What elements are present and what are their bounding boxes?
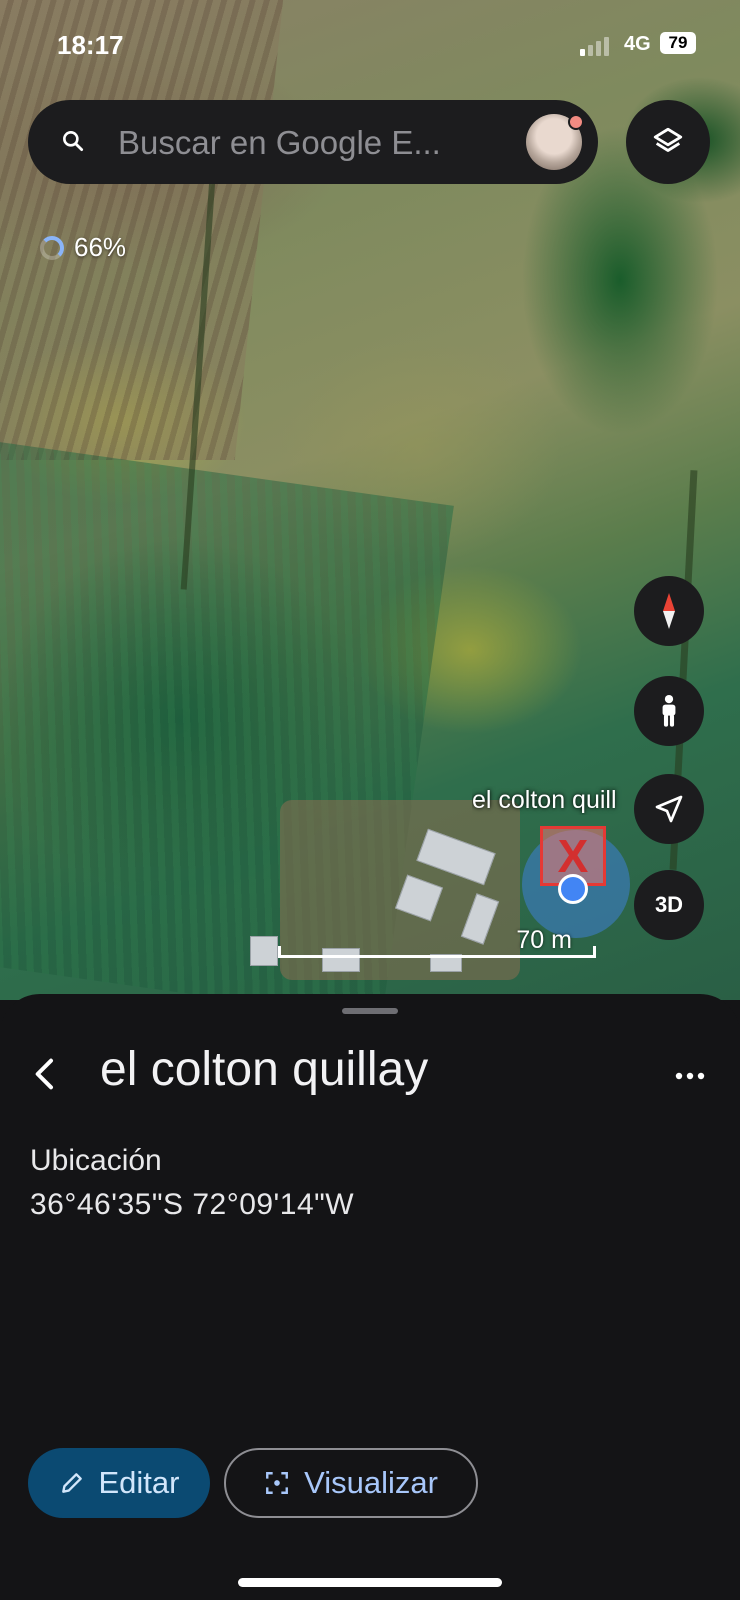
scale-label: 70 m bbox=[516, 926, 572, 954]
notification-dot bbox=[568, 114, 584, 130]
place-details-sheet[interactable]: el colton quillay Ubicación 36°46'35"S 7… bbox=[0, 994, 740, 1600]
layers-button[interactable] bbox=[626, 100, 710, 184]
search-input[interactable] bbox=[116, 118, 520, 168]
edit-button-label: Editar bbox=[98, 1465, 180, 1500]
pencil-icon bbox=[61, 1473, 82, 1493]
location-heading: Ubicación bbox=[30, 1144, 162, 1177]
avatar[interactable] bbox=[526, 114, 584, 170]
location-coordinates: 36°46'35"S 72°09'14"W bbox=[30, 1188, 355, 1221]
navigation-arrow-icon bbox=[655, 795, 683, 823]
search-bar[interactable] bbox=[28, 100, 598, 184]
view-button-label: Visualizar bbox=[304, 1465, 438, 1500]
search-icon bbox=[63, 131, 84, 152]
battery-indicator: 79 bbox=[660, 32, 696, 54]
my-location-button[interactable] bbox=[634, 774, 704, 844]
compass-icon bbox=[663, 593, 675, 629]
focus-frame-icon bbox=[266, 1472, 289, 1494]
signal-icon bbox=[580, 36, 616, 56]
loading-percent: 66% bbox=[74, 232, 127, 262]
edit-button[interactable]: Editar bbox=[28, 1448, 210, 1518]
status-bar: 18:17 4G 79 bbox=[0, 0, 740, 86]
street-view-button[interactable] bbox=[634, 676, 704, 746]
chevron-left-icon bbox=[35, 1058, 53, 1090]
loading-spinner-icon bbox=[40, 235, 64, 260]
view-button[interactable]: Visualizar bbox=[224, 1448, 478, 1518]
network-type: 4G bbox=[624, 33, 651, 55]
map-scale-bar: 70 m bbox=[278, 926, 596, 958]
sheet-drag-handle[interactable] bbox=[342, 1008, 398, 1014]
layers-icon bbox=[653, 127, 683, 152]
back-button[interactable] bbox=[24, 1044, 74, 1104]
placemark-label[interactable]: el colton quill bbox=[472, 786, 642, 815]
pegman-icon bbox=[662, 694, 676, 727]
more-options-button[interactable] bbox=[670, 1056, 710, 1096]
loading-progress: 66% bbox=[40, 232, 126, 263]
compass-button[interactable] bbox=[634, 576, 704, 646]
place-title: el colton quillay bbox=[100, 1043, 429, 1096]
home-indicator[interactable] bbox=[238, 1578, 502, 1587]
status-time: 18:17 bbox=[57, 30, 124, 60]
current-location-dot bbox=[558, 874, 588, 904]
3d-toggle-button[interactable]: 3D bbox=[634, 870, 704, 940]
more-horizontal-icon bbox=[675, 1072, 705, 1080]
